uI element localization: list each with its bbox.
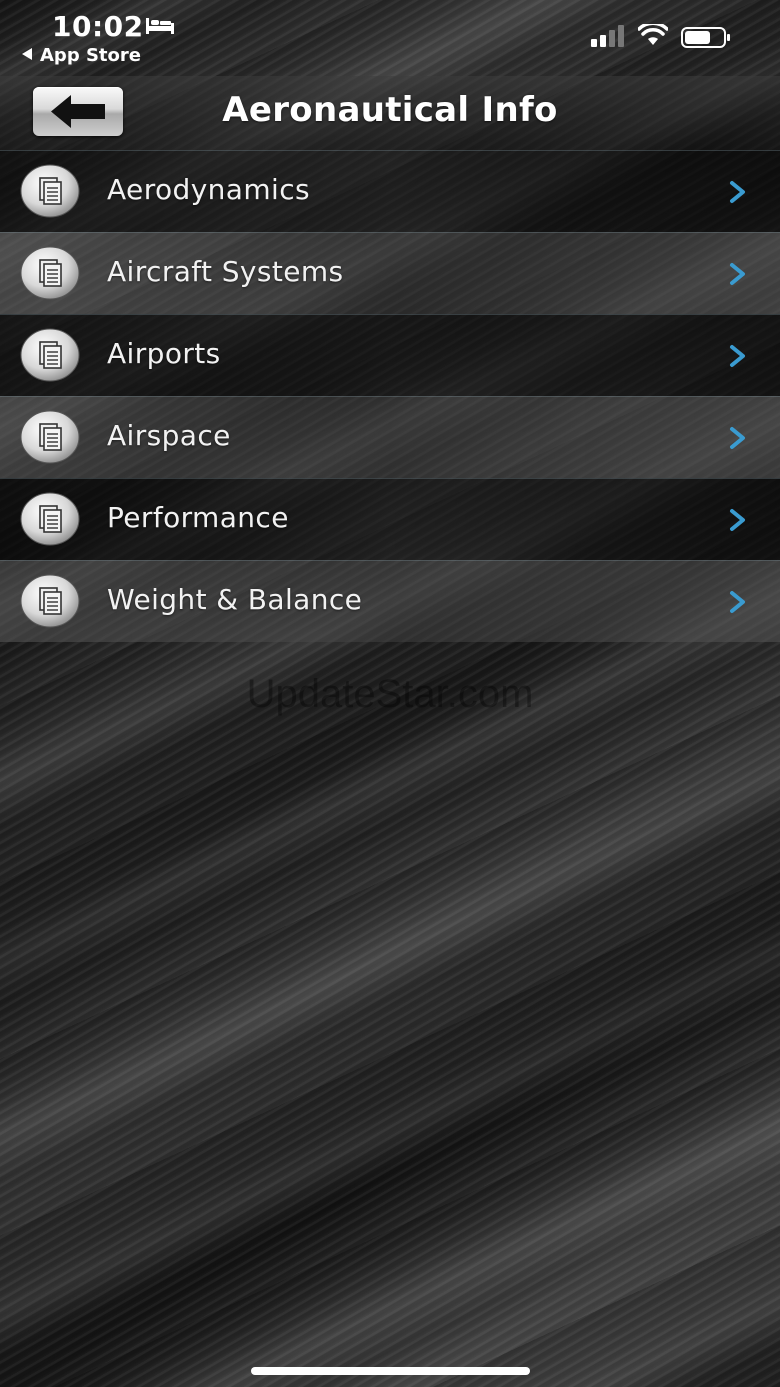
chevron-right-icon: [730, 345, 745, 367]
page-title: Aeronautical Info: [222, 90, 558, 130]
document-icon: [20, 410, 80, 464]
menu-list: Aerodynamics Aircraft Systems Airports A…: [0, 150, 780, 642]
menu-item-aircraft-systems[interactable]: Aircraft Systems: [0, 232, 780, 314]
menu-item-aerodynamics[interactable]: Aerodynamics: [0, 150, 780, 232]
cellular-signal-icon: [591, 25, 624, 47]
chevron-right-icon: [730, 263, 745, 285]
home-indicator[interactable]: [251, 1367, 530, 1375]
chevron-right-icon: [730, 591, 745, 613]
menu-item-label: Airports: [107, 337, 221, 370]
battery-icon: [681, 27, 730, 48]
menu-item-label: Weight & Balance: [107, 583, 363, 616]
menu-item-airspace[interactable]: Airspace: [0, 396, 780, 478]
document-icon: [20, 574, 80, 628]
watermark-text: UpdateStar.com: [246, 672, 534, 716]
back-triangle-icon: [22, 48, 32, 60]
back-to-app-label: App Store: [40, 45, 141, 66]
status-bar: 10:02 App Store: [0, 0, 780, 76]
back-to-app-store[interactable]: App Store: [22, 45, 141, 66]
menu-item-weight-balance[interactable]: Weight & Balance: [0, 560, 780, 642]
status-time: 10:02: [52, 10, 144, 43]
menu-item-performance[interactable]: Performance: [0, 478, 780, 560]
bed-icon: [146, 18, 174, 34]
menu-item-label: Aerodynamics: [107, 173, 311, 206]
document-icon: [20, 492, 80, 546]
chevron-right-icon: [730, 509, 745, 531]
menu-item-label: Performance: [107, 501, 289, 534]
document-icon: [20, 246, 80, 300]
document-icon: [20, 328, 80, 382]
chevron-right-icon: [730, 427, 745, 449]
menu-item-airports[interactable]: Airports: [0, 314, 780, 396]
navigation-bar: Aeronautical Info: [0, 76, 780, 150]
menu-item-label: Airspace: [107, 419, 231, 452]
wifi-icon: [638, 24, 668, 45]
menu-item-label: Aircraft Systems: [107, 255, 344, 288]
document-icon: [20, 164, 80, 218]
chevron-right-icon: [730, 181, 745, 203]
